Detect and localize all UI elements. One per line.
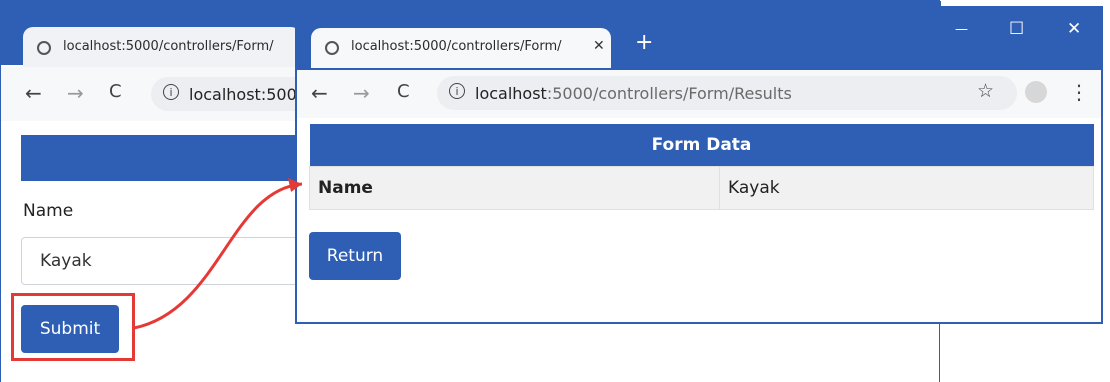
front-nav-bar: ← → C i localhost:5000/controllers/Form/… [297, 70, 1101, 118]
table-header: Form Data [309, 124, 1094, 167]
back-arrow-icon[interactable]: ← [25, 81, 42, 105]
minimize-icon[interactable]: — [955, 22, 968, 37]
table-row: Name Kayak [309, 166, 1094, 210]
front-browser-window: localhost:5000/controllers/Form/ ✕ + — ☐… [295, 6, 1103, 324]
form-data-table: Form Data Name Kayak [309, 124, 1094, 210]
reload-icon[interactable]: C [397, 81, 410, 102]
globe-icon [325, 41, 339, 55]
front-address-text: localhost:5000/controllers/Form/Results [475, 84, 792, 103]
forward-arrow-icon[interactable]: → [67, 81, 84, 105]
back-tab[interactable]: localhost:5000/controllers/Form/ [23, 27, 301, 67]
back-arrow-icon[interactable]: ← [311, 81, 328, 105]
front-tab[interactable]: localhost:5000/controllers/Form/ ✕ [311, 28, 611, 68]
maximize-icon[interactable]: ☐ [1009, 19, 1024, 39]
tab-close-icon[interactable]: ✕ [593, 38, 605, 54]
new-tab-icon[interactable]: + [635, 30, 653, 55]
info-icon[interactable]: i [449, 83, 465, 99]
globe-icon [37, 41, 51, 55]
return-button[interactable]: Return [309, 232, 401, 280]
bookmark-star-icon[interactable]: ☆ [977, 80, 994, 102]
table-header-row: Form Data [309, 124, 1094, 167]
name-label: Name [23, 201, 74, 221]
back-tab-title: localhost:5000/controllers/Form/ [63, 39, 274, 54]
row-value: Kayak [719, 166, 1094, 210]
back-address-text: localhost:500 [189, 85, 297, 104]
forward-arrow-icon[interactable]: → [353, 81, 370, 105]
profile-avatar-icon[interactable] [1025, 81, 1047, 103]
front-address-bar[interactable]: i localhost:5000/controllers/Form/Result… [437, 76, 1017, 110]
name-input[interactable]: Kayak [21, 237, 321, 285]
info-icon[interactable]: i [163, 84, 179, 100]
window-close-icon[interactable]: ✕ [1067, 19, 1081, 39]
browser-menu-icon[interactable]: ⋮ [1069, 80, 1089, 104]
submit-highlight-box [11, 293, 135, 361]
front-tab-title: localhost:5000/controllers/Form/ [351, 39, 562, 54]
address-path: :5000/controllers/Form/Results [546, 84, 792, 103]
reload-icon[interactable]: C [109, 81, 122, 102]
address-host: localhost [475, 84, 547, 103]
row-key: Name [309, 166, 720, 210]
